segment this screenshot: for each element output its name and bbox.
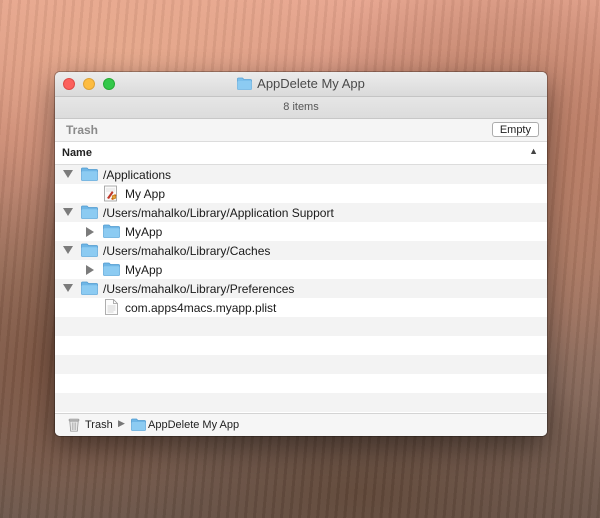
list-item[interactable]: /Users/mahalko/Library/Caches bbox=[55, 241, 547, 260]
list-item[interactable]: MyApp bbox=[55, 222, 547, 241]
chevron-right-icon: ▶ bbox=[118, 418, 125, 428]
path-bar-trash[interactable]: Trash bbox=[85, 419, 113, 431]
empty-row bbox=[55, 355, 547, 374]
path-bar: Trash ▶ AppDelete My App bbox=[55, 413, 547, 436]
disclosure-triangle-expanded[interactable] bbox=[63, 284, 73, 292]
disclosure-triangle-expanded[interactable] bbox=[63, 208, 73, 216]
list-item[interactable]: /Users/mahalko/Library/Application Suppo… bbox=[55, 203, 547, 222]
list-item[interactable]: com.apps4macs.myapp.plist bbox=[55, 298, 547, 317]
title-bar[interactable]: AppDelete My App bbox=[55, 72, 547, 97]
disclosure-triangle-expanded[interactable] bbox=[63, 170, 73, 178]
disclosure-triangle-collapsed[interactable] bbox=[86, 265, 94, 275]
folder-icon bbox=[103, 262, 120, 276]
list-item-label: /Users/mahalko/Library/Application Suppo… bbox=[103, 206, 334, 220]
folder-icon bbox=[81, 243, 98, 257]
folder-icon bbox=[81, 205, 98, 219]
folder-icon bbox=[103, 224, 120, 238]
list-item-label: /Users/mahalko/Library/Caches bbox=[103, 244, 271, 258]
item-count-bar: 8 items bbox=[55, 97, 547, 119]
disclosure-triangle-collapsed[interactable] bbox=[86, 227, 94, 237]
list-item-label: My App bbox=[125, 187, 166, 201]
item-count: 8 items bbox=[283, 101, 319, 113]
folder-icon[interactable] bbox=[131, 418, 146, 431]
app-icon bbox=[104, 185, 117, 202]
path-bar-folder[interactable]: AppDelete My App bbox=[148, 419, 239, 431]
list-item-label: /Applications bbox=[103, 168, 172, 182]
list-item[interactable]: /Users/mahalko/Library/Preferences bbox=[55, 279, 547, 298]
empty-row bbox=[55, 393, 547, 412]
list-item[interactable]: MyApp bbox=[55, 260, 547, 279]
window-title: AppDelete My App bbox=[55, 76, 547, 91]
window-title-text: AppDelete My App bbox=[257, 76, 365, 91]
app-window: AppDelete My App 8 items Trash Empty Nam… bbox=[55, 72, 547, 436]
file-list: /Applications My App /Users/mahalko/Libr… bbox=[55, 165, 547, 412]
list-item[interactable]: /Applications bbox=[55, 165, 547, 184]
list-item-label: com.apps4macs.myapp.plist bbox=[125, 301, 277, 315]
folder-icon bbox=[81, 281, 98, 295]
list-item-label: MyApp bbox=[125, 263, 163, 277]
trash-section-header: Trash Empty bbox=[55, 119, 547, 142]
document-icon bbox=[105, 299, 118, 315]
empty-row bbox=[55, 374, 547, 393]
empty-button[interactable]: Empty bbox=[491, 122, 539, 137]
disclosure-triangle-expanded[interactable] bbox=[63, 246, 73, 254]
empty-row bbox=[55, 336, 547, 355]
folder-icon bbox=[81, 167, 98, 181]
folder-icon bbox=[237, 77, 253, 90]
list-item-label: MyApp bbox=[125, 225, 163, 239]
chevron-up-icon[interactable]: ▲ bbox=[529, 146, 538, 156]
trash-icon[interactable] bbox=[68, 418, 80, 432]
empty-row bbox=[55, 317, 547, 336]
list-item[interactable]: My App bbox=[55, 184, 547, 203]
column-header-name[interactable]: Name ▲ bbox=[55, 142, 547, 165]
column-name-label: Name bbox=[62, 147, 92, 159]
trash-section-label: Trash bbox=[66, 123, 99, 137]
list-item-label: /Users/mahalko/Library/Preferences bbox=[103, 282, 295, 296]
